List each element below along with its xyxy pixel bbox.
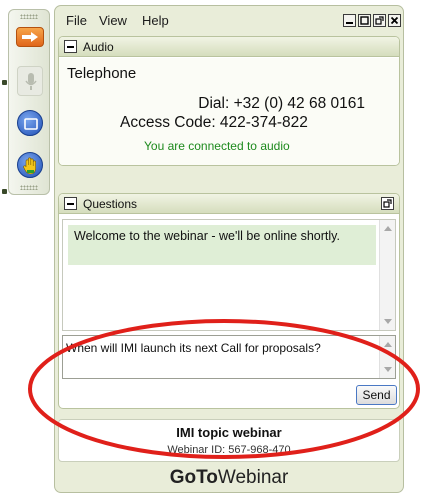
- audio-body: Telephone Dial: +32 (0) 42 68 0161 Acces…: [59, 58, 399, 165]
- log-message: Welcome to the webinar - we'll be online…: [68, 225, 376, 265]
- edge-marker: [2, 80, 7, 85]
- input-scrollbar[interactable]: [379, 336, 395, 378]
- webinar-id: Webinar ID: 567-968-470: [167, 444, 291, 456]
- scroll-down-icon[interactable]: [384, 367, 392, 372]
- logo-goto: GoTo: [169, 467, 218, 488]
- menu-view[interactable]: View: [99, 13, 127, 28]
- collapse-questions-icon[interactable]: [64, 197, 77, 210]
- scroll-up-icon[interactable]: [384, 342, 392, 347]
- access-code: Access Code: 422-374-822: [120, 114, 308, 131]
- questions-pane: Questions Welcome to the webinar - we'll…: [58, 193, 400, 409]
- edge-marker: [2, 189, 7, 194]
- minimize-icon[interactable]: [343, 14, 356, 27]
- screen-icon[interactable]: [17, 110, 43, 136]
- control-panel: File View Help Audio Telephone Dial: +32…: [54, 5, 404, 493]
- microphone-icon[interactable]: [17, 66, 43, 96]
- popout-icon[interactable]: [373, 14, 386, 27]
- toolbar-grip-bottom[interactable]: [20, 185, 38, 190]
- toolbar-grip-top[interactable]: [20, 14, 38, 19]
- collapse-audio-icon[interactable]: [64, 40, 77, 53]
- logo-webinar: Webinar: [217, 467, 289, 488]
- scroll-down-icon[interactable]: [384, 319, 392, 324]
- scroll-up-icon[interactable]: [384, 226, 392, 231]
- popout-questions-icon[interactable]: [381, 197, 394, 210]
- questions-title: Questions: [83, 197, 138, 211]
- menu-help[interactable]: Help: [142, 13, 169, 28]
- audio-title: Audio: [83, 40, 114, 54]
- questions-log[interactable]: Welcome to the webinar - we'll be online…: [62, 219, 396, 331]
- restore-icon[interactable]: [358, 14, 371, 27]
- control-toolbar: [8, 9, 50, 195]
- question-input-text: When will IMI launch its next Call for p…: [66, 341, 321, 355]
- close-icon[interactable]: [388, 14, 401, 27]
- menu-file[interactable]: File: [66, 13, 87, 28]
- gotowebinar-logo: GoToWebinar: [55, 467, 403, 493]
- audio-status: You are connected to audio: [144, 139, 290, 153]
- webinar-info: IMI topic webinar Webinar ID: 567-968-47…: [58, 419, 400, 462]
- send-button[interactable]: Send: [356, 385, 397, 405]
- audio-mode-telephone[interactable]: Telephone: [67, 65, 136, 82]
- audio-pane: Audio Telephone Dial: +32 (0) 42 68 0161…: [58, 36, 400, 166]
- log-scrollbar[interactable]: [379, 220, 395, 330]
- questions-header: Questions: [59, 194, 399, 214]
- raise-hand-icon[interactable]: [17, 152, 43, 178]
- question-input[interactable]: When will IMI launch its next Call for p…: [62, 335, 396, 379]
- arrow-right-icon[interactable]: [16, 27, 44, 47]
- webinar-title: IMI topic webinar: [176, 425, 282, 440]
- audio-header: Audio: [59, 37, 399, 57]
- dial-number: Dial: +32 (0) 42 68 0161: [198, 95, 365, 112]
- menu-bar: File View Help: [55, 6, 403, 32]
